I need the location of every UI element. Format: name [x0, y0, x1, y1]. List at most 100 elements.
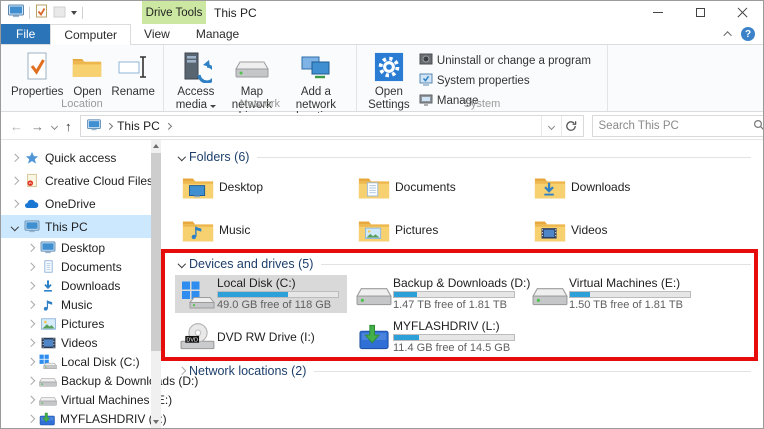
folder-name: Downloads [571, 180, 630, 194]
expand-chevron-icon[interactable] [25, 416, 37, 422]
folder-music-icon [179, 216, 217, 245]
rename-button[interactable]: Rename [107, 48, 158, 101]
folder-documents-icon [355, 173, 393, 202]
expand-chevron-icon[interactable] [25, 321, 37, 327]
quick-access-toolbar [1, 4, 83, 21]
properties-icon [22, 50, 52, 84]
breadcrumb-this-pc[interactable]: This PC [117, 119, 160, 133]
collapse-ribbon-icon[interactable] [723, 31, 731, 39]
usb-icon [355, 320, 393, 354]
tab-file[interactable]: File [1, 24, 50, 44]
drive-tile-dvd-rw-drive-i[interactable]: DVDDVD RW Drive (I:) [175, 318, 347, 356]
system-properties-button[interactable]: System properties [419, 72, 591, 89]
folder-tile-pictures[interactable]: Pictures [351, 211, 523, 249]
up-button[interactable]: ↑ [65, 119, 72, 134]
sidebar-item-desktop[interactable]: Desktop [1, 238, 161, 257]
tab-manage[interactable]: Manage [183, 24, 252, 44]
drive-tile-virtual-machines-e[interactable]: Virtual Machines (E:)1.50 TB free of 1.8… [527, 275, 699, 313]
expand-chevron-icon[interactable] [25, 283, 37, 289]
help-icon[interactable] [741, 27, 755, 41]
close-button[interactable] [721, 1, 763, 24]
monitor-icon [23, 220, 41, 233]
section-header-network-locations[interactable]: Network locations (2) [175, 362, 755, 380]
customize-toolbar-icon[interactable] [71, 11, 77, 15]
expand-chevron-icon[interactable] [25, 397, 37, 403]
collapse-chevron-icon[interactable] [175, 261, 189, 267]
minimize-button[interactable] [637, 1, 679, 24]
maximize-button[interactable] [679, 1, 721, 24]
sidebar-item-creative-cloud-files[interactable]: Creative Cloud Files [1, 169, 161, 192]
forward-button[interactable]: → [31, 119, 44, 134]
drive-tile-backup-downloads-d[interactable]: Backup & Downloads (D:)1.47 TB free of 1… [351, 275, 523, 313]
sidebar-item-downloads[interactable]: Downloads [1, 276, 161, 295]
expand-chevron-icon[interactable] [25, 340, 37, 346]
section-header-devices-and-drives[interactable]: Devices and drives (5) [175, 255, 755, 273]
drive-name: MYFLASHDRIV (L:) [393, 320, 515, 333]
sidebar-item-documents[interactable]: Documents [1, 257, 161, 276]
expand-chevron-icon[interactable] [25, 245, 37, 251]
file-explorer-window: Drive Tools This PC File Computer View M… [0, 0, 764, 429]
section-header-folders[interactable]: Folders (6) [175, 148, 755, 166]
sidebar-item-label: Desktop [61, 241, 105, 255]
collapse-chevron-icon[interactable] [9, 224, 21, 230]
usb-icon [39, 412, 56, 426]
sidebar-item-this-pc[interactable]: This PC [1, 215, 161, 238]
folder-tile-documents[interactable]: Documents [351, 168, 523, 206]
open-button[interactable]: Open [67, 48, 107, 101]
ribbon: Properties Open Rename Location Access m… [1, 45, 763, 112]
tab-computer[interactable]: Computer [50, 24, 131, 45]
properties-quick-icon[interactable] [35, 4, 48, 21]
sidebar-item-music[interactable]: Music [1, 295, 161, 314]
sidebar-item-local-disk-c[interactable]: Local Disk (C:) [1, 352, 161, 371]
address-row: ← → ↑ This PC [1, 113, 763, 140]
sidebar-scrollbar[interactable] [151, 140, 161, 428]
download-icon [39, 279, 57, 293]
drive-tile-myflashdriv-l[interactable]: MYFLASHDRIV (L:)11.4 GB free of 14.5 GB [351, 318, 523, 356]
address-bar[interactable]: This PC [80, 115, 584, 137]
folders-grid: DesktopDocuments Downloads MusicPicturesVi… [175, 168, 755, 249]
refresh-icon[interactable] [561, 116, 581, 136]
expand-chevron-icon[interactable] [9, 155, 21, 161]
uninstall-program-button[interactable]: Uninstall or change a program [419, 52, 591, 69]
sidebar-item-myflashdriv-l[interactable]: MYFLASHDRIV (L:) [1, 409, 161, 428]
expand-chevron-icon[interactable] [9, 201, 21, 207]
sidebar-item-videos[interactable]: Videos [1, 333, 161, 352]
expand-chevron-icon[interactable] [25, 264, 37, 270]
hdd-windows-icon [179, 277, 217, 311]
expand-chevron-icon[interactable] [25, 378, 37, 384]
expand-chevron-icon[interactable] [25, 302, 37, 308]
scrollbar-thumb[interactable] [151, 153, 161, 351]
folder-tile-downloads[interactable]: Downloads [527, 168, 699, 206]
map-network-drive-icon [235, 50, 269, 84]
collapse-chevron-icon[interactable] [175, 154, 189, 160]
scroll-down-icon[interactable] [151, 416, 161, 428]
new-folder-quick-icon[interactable] [53, 5, 66, 21]
sidebar-item-onedrive[interactable]: OneDrive [1, 192, 161, 215]
sidebar-item-virtual-machines-e[interactable]: Virtual Machines (E:) [1, 390, 161, 409]
address-dropdown-icon[interactable] [541, 116, 561, 136]
folder-tile-videos[interactable]: Videos [527, 211, 699, 249]
sidebar-item-pictures[interactable]: Pictures [1, 314, 161, 333]
drive-tile-local-disk-c[interactable]: Local Disk (C:)49.0 GB free of 118 GB [175, 275, 347, 313]
sidebar-tree: Quick accessCreative Cloud FilesOneDrive… [1, 146, 161, 428]
sidebar-item-quick-access[interactable]: Quick access [1, 146, 161, 169]
expand-chevron-icon[interactable] [175, 368, 189, 374]
breadcrumb-chevron-icon[interactable] [106, 123, 112, 129]
properties-button[interactable]: Properties [7, 48, 67, 101]
sidebar-item-label: This PC [45, 220, 88, 234]
sidebar-item-backup-downloads-d[interactable]: Backup & Downloads (D:) [1, 371, 161, 390]
recent-locations-icon[interactable] [51, 122, 58, 129]
folder-tile-desktop[interactable]: Desktop [175, 168, 347, 206]
scroll-up-icon[interactable] [151, 140, 161, 152]
search-input[interactable] [599, 120, 753, 132]
expand-chevron-icon[interactable] [9, 178, 21, 184]
hdd-icon [355, 277, 393, 311]
folder-tile-music[interactable]: Music [175, 211, 347, 249]
search-box[interactable] [592, 115, 764, 137]
back-button[interactable]: ← [10, 119, 23, 134]
ribbon-group-system: Open Settings Uninstall or change a prog… [357, 45, 608, 111]
expand-chevron-icon[interactable] [25, 359, 37, 365]
search-icon[interactable] [753, 119, 764, 134]
tab-view[interactable]: View [131, 24, 183, 44]
breadcrumb-chevron-icon[interactable] [165, 123, 171, 129]
